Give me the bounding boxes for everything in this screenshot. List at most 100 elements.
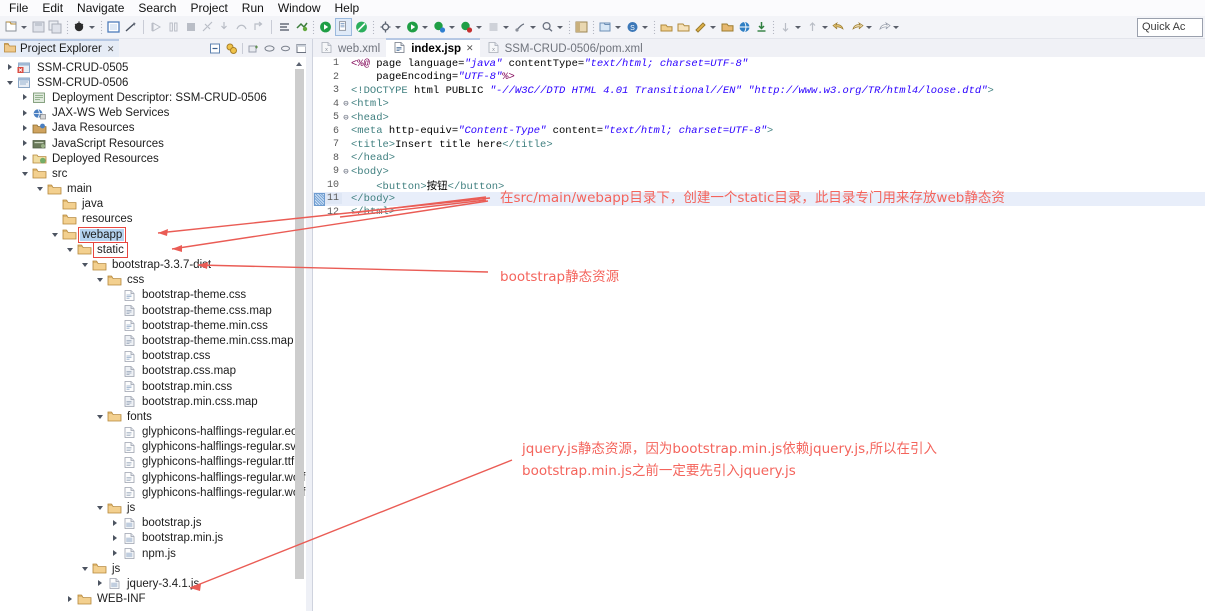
- twisty-collapsed-icon[interactable]: [96, 579, 105, 588]
- debug-run-dropdown-icon[interactable]: [448, 19, 456, 35]
- tree-item[interactable]: webapp: [0, 226, 312, 243]
- twisty-collapsed-icon[interactable]: [21, 139, 30, 148]
- twisty-collapsed-icon[interactable]: [66, 595, 75, 604]
- tree-item[interactable]: Deployed Resources: [0, 151, 312, 166]
- twisty-collapsed-icon[interactable]: [21, 93, 30, 102]
- twisty-collapsed-icon[interactable]: [21, 154, 30, 163]
- twisty-expanded-icon[interactable]: [96, 504, 105, 513]
- scroll-up-icon[interactable]: [295, 59, 304, 68]
- tree-item[interactable]: bootstrap.min.css: [0, 379, 312, 394]
- twisty-collapsed-icon[interactable]: [21, 109, 30, 118]
- fold-marker[interactable]: ⊖: [342, 167, 350, 177]
- twisty-expanded-icon[interactable]: [66, 245, 75, 254]
- tree-item[interactable]: static: [0, 241, 312, 258]
- toolbar-drag-handle-3[interactable]: [312, 20, 315, 34]
- close-icon[interactable]: ✕: [107, 44, 115, 55]
- hide-completed-icon[interactable]: [263, 42, 276, 55]
- twisty-expanded-icon[interactable]: [81, 564, 90, 573]
- toolbar-drag-handle-6[interactable]: [592, 20, 595, 34]
- fold-marker[interactable]: ⊖: [342, 113, 350, 123]
- menu-search[interactable]: Search: [131, 0, 183, 16]
- coverage-dropdown-icon[interactable]: [475, 19, 483, 35]
- menu-help[interactable]: Help: [328, 0, 367, 16]
- twisty-collapsed-icon[interactable]: [6, 63, 15, 72]
- tree-item[interactable]: bootstrap.min.css.map: [0, 394, 312, 409]
- twisty-expanded-icon[interactable]: [6, 78, 15, 87]
- toolbar-drag-handle-4[interactable]: [372, 20, 375, 34]
- tree-item[interactable]: jquery-3.4.1.js: [0, 576, 312, 591]
- server-stop-icon[interactable]: [354, 19, 369, 35]
- import-icon[interactable]: [754, 19, 769, 35]
- new-annotation-icon[interactable]: [693, 19, 708, 35]
- toolbar-drag-handle-5[interactable]: [568, 20, 571, 34]
- last-edit-location-icon[interactable]: [876, 19, 891, 35]
- tree-item[interactable]: WEB-INF: [0, 592, 312, 607]
- open-resource-icon[interactable]: [676, 19, 691, 35]
- tree-item[interactable]: glyphicons-halflings-regular.eot: [0, 425, 312, 440]
- toolbar-drag-handle-8[interactable]: [772, 20, 775, 34]
- menu-navigate[interactable]: Navigate: [70, 0, 131, 16]
- twisty-collapsed-icon[interactable]: [111, 519, 120, 528]
- new-ejb-dropdown-icon[interactable]: [641, 19, 649, 35]
- new-ejb-icon[interactable]: S: [625, 19, 640, 35]
- validate-dropdown-icon[interactable]: [529, 19, 537, 35]
- close-icon[interactable]: ✕: [466, 43, 474, 54]
- scrollbar-thumb[interactable]: [295, 69, 304, 579]
- twisty-expanded-icon[interactable]: [96, 276, 105, 285]
- debug-run-icon[interactable]: [432, 19, 447, 35]
- editor-tab[interactable]: index.jsp ✕: [386, 38, 480, 57]
- search-dropdown-icon[interactable]: [556, 19, 564, 35]
- tree-item[interactable]: npm.js: [0, 546, 312, 561]
- twisty-expanded-icon[interactable]: [21, 169, 30, 178]
- focus-on-active-task-icon[interactable]: [247, 42, 260, 55]
- tree-item[interactable]: bootstrap-3.3.7-dist: [0, 257, 312, 272]
- web-browser-icon[interactable]: [737, 19, 752, 35]
- open-type-icon[interactable]: [659, 19, 674, 35]
- menu-file[interactable]: File: [2, 0, 35, 16]
- tree-item[interactable]: glyphicons-halflings-regular.svg: [0, 440, 312, 455]
- last-edit-dropdown-icon[interactable]: [892, 19, 900, 35]
- toolbar-drag-handle-7[interactable]: [653, 20, 656, 34]
- external-tools-icon[interactable]: [378, 19, 393, 35]
- tree-item[interactable]: bootstrap.css.map: [0, 364, 312, 379]
- server-profile-icon[interactable]: [335, 18, 352, 36]
- run-dropdown-icon[interactable]: [421, 19, 429, 35]
- tree-item[interactable]: bootstrap.min.js: [0, 531, 312, 546]
- code-editor[interactable]: 1 <%@ page language="java" contentType="…: [313, 57, 1205, 611]
- project-tree-scrollbar[interactable]: [295, 59, 304, 605]
- tree-item[interactable]: resources: [0, 212, 312, 227]
- next-annotation-dropdown-icon[interactable]: [794, 19, 802, 35]
- tree-item[interactable]: css: [0, 273, 312, 288]
- coverage-icon[interactable]: [459, 19, 474, 35]
- package-icon[interactable]: [720, 19, 735, 35]
- menu-run[interactable]: Run: [235, 0, 271, 16]
- forward-dropdown-icon[interactable]: [865, 19, 873, 35]
- menu-window[interactable]: Window: [271, 0, 328, 16]
- tree-item[interactable]: Deployment Descriptor: SSM-CRUD-0506: [0, 90, 312, 105]
- filters-icon[interactable]: [279, 42, 292, 55]
- new-java-project-icon[interactable]: [598, 19, 613, 35]
- debug-icon[interactable]: [72, 19, 87, 35]
- new-window-icon[interactable]: [106, 19, 121, 35]
- tree-item[interactable]: JavaScript Resources: [0, 136, 312, 151]
- menu-edit[interactable]: Edit: [35, 0, 70, 16]
- twisty-collapsed-icon[interactable]: [111, 534, 120, 543]
- twisty-expanded-icon[interactable]: [81, 261, 90, 270]
- editor-tab[interactable]: x web.xml: [313, 40, 386, 57]
- tree-item[interactable]: bootstrap-theme.min.css.map: [0, 333, 312, 348]
- tree-item[interactable]: bootstrap-theme.css: [0, 288, 312, 303]
- tree-item[interactable]: bootstrap.css: [0, 349, 312, 364]
- tree-item[interactable]: js: [0, 500, 312, 515]
- tree-item[interactable]: bootstrap-theme.css.map: [0, 303, 312, 318]
- external-tools-dropdown-icon[interactable]: [394, 19, 402, 35]
- tree-item[interactable]: bootstrap.js: [0, 516, 312, 531]
- link-with-editor-icon[interactable]: [225, 42, 238, 55]
- twisty-expanded-icon[interactable]: [51, 230, 60, 239]
- tree-item[interactable]: glyphicons-halflings-regular.ttf: [0, 455, 312, 470]
- validate-icon[interactable]: [513, 19, 528, 35]
- collapse-all-icon[interactable]: [209, 42, 222, 55]
- back-icon[interactable]: [832, 19, 847, 35]
- fold-marker[interactable]: ⊖: [342, 99, 350, 109]
- new-icon[interactable]: [4, 19, 19, 35]
- tree-item[interactable]: fonts: [0, 409, 312, 424]
